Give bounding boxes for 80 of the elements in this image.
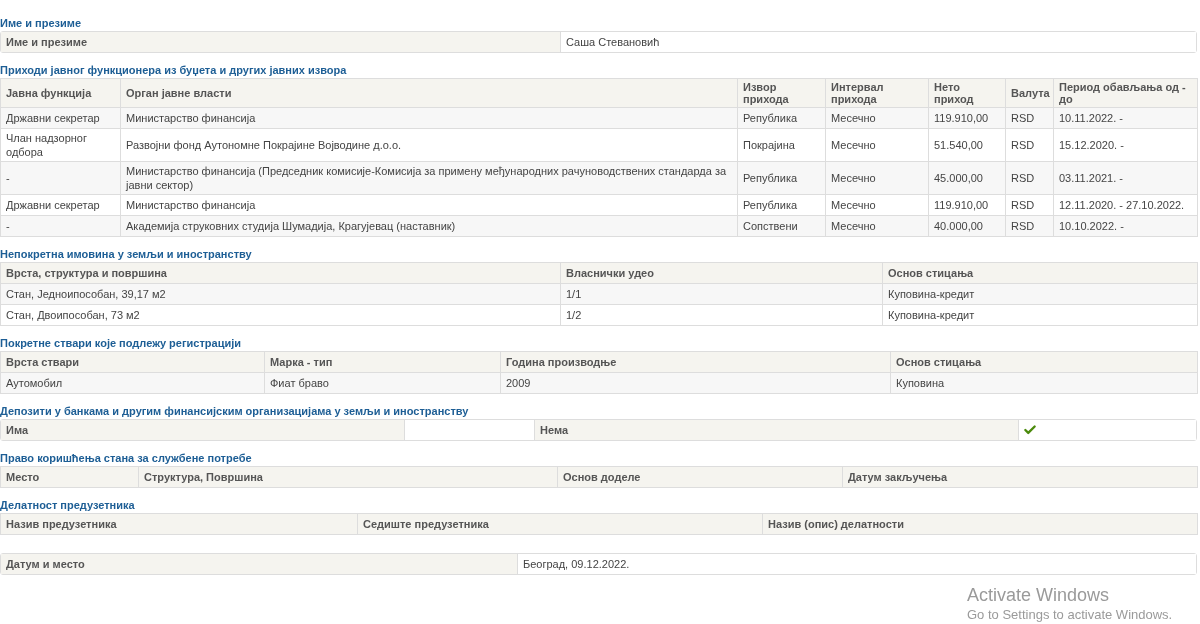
table-cell: 10.10.2022. -: [1053, 215, 1198, 237]
table-cell: 12.11.2020. - 27.10.2022.: [1053, 194, 1198, 216]
table-cell: -: [0, 161, 121, 195]
table-cell: Члан надзорног одбора: [0, 128, 121, 162]
table-cell: Месечно: [825, 107, 929, 129]
section-title: Приходи јавног функционера из буџета и других јавних извора: [0, 63, 347, 77]
column-header: Интервал прихода: [825, 78, 929, 108]
column-header: Основ стицања: [890, 351, 1198, 373]
table-cell: Министарство финансија: [120, 194, 738, 216]
table-cell: Месечно: [825, 215, 929, 237]
table-cell: 119.910,00: [928, 107, 1006, 129]
table-cell: Фиат браво: [264, 372, 501, 394]
table-cell: Куповина-кредит: [882, 283, 1198, 305]
table-cell: Државни секретар: [0, 107, 121, 129]
column-header: Назив предузетника: [0, 513, 358, 535]
column-header: Основ доделе: [557, 466, 843, 488]
table-cell: Република: [737, 194, 826, 216]
option-label: Нема: [535, 420, 1020, 440]
field-label: Датум и место: [1, 554, 518, 574]
table-cell: 03.11.2021. -: [1053, 161, 1198, 195]
column-header: Година производње: [500, 351, 891, 373]
table-cell: RSD: [1005, 161, 1054, 195]
table-cell: Месечно: [825, 128, 929, 162]
table-cell: 40.000,00: [928, 215, 1006, 237]
table-cell: RSD: [1005, 194, 1054, 216]
table-cell: RSD: [1005, 107, 1054, 129]
table-cell: Министарство финансија: [120, 107, 738, 129]
column-header: Нето приход: [928, 78, 1006, 108]
table-cell: 2009: [500, 372, 891, 394]
table-cell: Република: [737, 107, 826, 129]
section-title: Покретне ствари које подлежу регистрацији: [0, 336, 241, 350]
column-header: Марка - тип: [264, 351, 501, 373]
table-cell: 51.540,00: [928, 128, 1006, 162]
column-header: Место: [0, 466, 139, 488]
table-cell: Аутомобил: [0, 372, 265, 394]
column-header: Назив (опис) делатности: [762, 513, 1198, 535]
option-label: Има: [1, 420, 406, 440]
section-title: Непокретна имовина у земљи и иностранству: [0, 247, 252, 261]
column-header: Врста, структура и површина: [0, 262, 561, 284]
section-title: Име и презиме: [0, 16, 81, 30]
column-header: Основ стицања: [882, 262, 1198, 284]
table-cell: 10.11.2022. -: [1053, 107, 1198, 129]
table-cell: RSD: [1005, 215, 1054, 237]
table-cell: Стан, Двоипособан, 73 м2: [0, 304, 561, 326]
table-cell: 1/1: [560, 283, 883, 305]
table-cell: Куповина-кредит: [882, 304, 1198, 326]
column-header: Орган јавне власти: [120, 78, 738, 108]
column-header: Врста ствари: [0, 351, 265, 373]
column-header: Валута: [1005, 78, 1054, 108]
table-cell: 119.910,00: [928, 194, 1006, 216]
checkmark-icon: [1023, 423, 1038, 437]
table-cell: Министарство финансија (Председник комисије-Комисија за примену међународних рачуноводствених стандарда за јавни сектор): [120, 161, 738, 195]
section-title: Делатност предузетника: [0, 498, 135, 512]
column-header: Јавна функција: [0, 78, 121, 108]
table-cell: 1/2: [560, 304, 883, 326]
table-cell: RSD: [1005, 128, 1054, 162]
table-cell: Развојни фонд Аутономне Покрајине Војводине д.о.о.: [120, 128, 738, 162]
table-cell: 15.12.2020. -: [1053, 128, 1198, 162]
table-cell: Стан, Једноипособан, 39,17 м2: [0, 283, 561, 305]
table-cell: Република: [737, 161, 826, 195]
column-header: Извор прихода: [737, 78, 826, 108]
section-title: Право коришћења стана за службене потребе: [0, 451, 252, 465]
column-header: Власнички удео: [560, 262, 883, 284]
table-cell: Куповина: [890, 372, 1198, 394]
activation-text: Go to Settings to activate Windows.: [967, 606, 1173, 624]
table-cell: 45.000,00: [928, 161, 1006, 195]
table-cell: Месечно: [825, 161, 929, 195]
table-cell: Месечно: [825, 194, 929, 216]
table-cell: Покрајина: [737, 128, 826, 162]
column-header: Период обављања од - до: [1053, 78, 1198, 108]
table-cell: Академија струковних студија Шумадија, Крагујевац (наставник): [120, 215, 738, 237]
column-header: Структура, Површина: [138, 466, 558, 488]
field-label: Име и презиме: [1, 32, 561, 52]
column-header: Седиште предузетника: [357, 513, 763, 535]
activation-title: Activate Windows: [967, 584, 1110, 606]
table-cell: -: [0, 215, 121, 237]
section-title: Депозити у банкама и другим финансијским организацијама у земљи и иностранству: [0, 404, 469, 418]
table-cell: Државни секретар: [0, 194, 121, 216]
table-cell: Сопствени: [737, 215, 826, 237]
column-header: Датум закључења: [842, 466, 1198, 488]
